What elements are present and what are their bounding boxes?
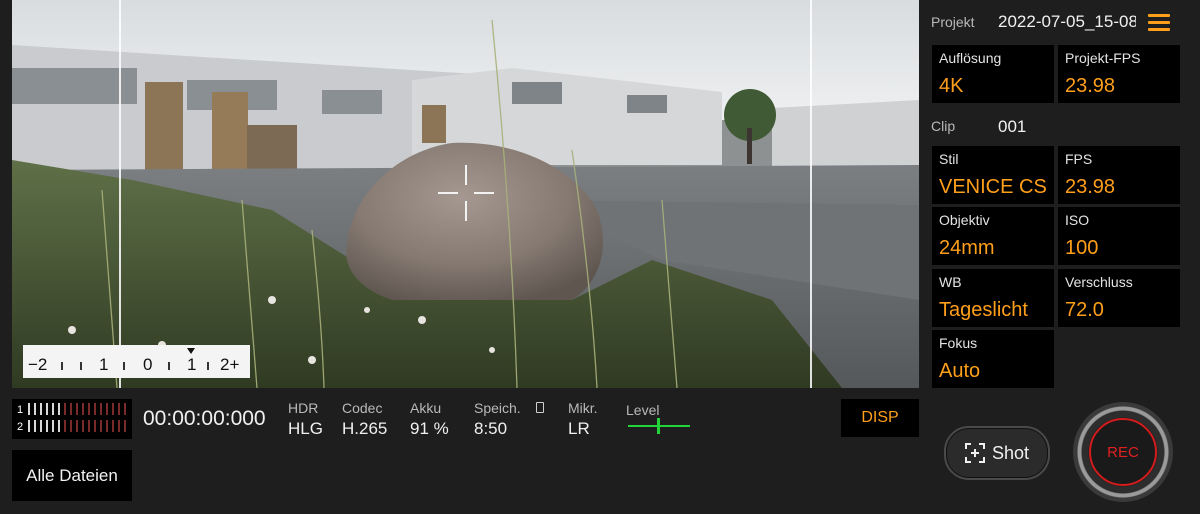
frame-guide-left bbox=[119, 0, 121, 388]
focus-label: Fokus bbox=[939, 335, 978, 351]
mic-value: LR bbox=[568, 419, 590, 438]
ev-label: 1 bbox=[187, 355, 197, 374]
ev-label: −2 bbox=[28, 355, 48, 374]
audio-channel-label: 1 bbox=[17, 404, 24, 416]
ev-label: 0 bbox=[143, 355, 153, 374]
hdr-status: HDR HLG bbox=[288, 400, 323, 439]
focus-value: Auto bbox=[939, 360, 981, 382]
exposure-marker-icon bbox=[187, 348, 195, 354]
shot-button[interactable]: Shot bbox=[944, 426, 1050, 480]
shutter-setting[interactable]: Verschluss 72.0 bbox=[1058, 269, 1180, 327]
codec-value: H.265 bbox=[342, 419, 388, 438]
lens-value: 24mm bbox=[939, 237, 995, 259]
project-fps-setting[interactable]: Projekt-FPS 23.98 bbox=[1058, 45, 1180, 103]
storage-label: Speich. bbox=[474, 400, 521, 416]
style-value: VENICE CS bbox=[939, 176, 1047, 198]
focus-reticle-icon bbox=[438, 165, 494, 221]
camera-viewfinder[interactable]: −2 1 0 1 2+ bbox=[12, 0, 919, 388]
wb-value: Tageslicht bbox=[939, 299, 1028, 321]
hdr-value: HLG bbox=[288, 419, 323, 438]
mic-label: Mikr. bbox=[568, 400, 598, 416]
project-fps-value: 23.98 bbox=[1065, 75, 1116, 97]
battery-status: Akku 91 % bbox=[410, 400, 449, 439]
record-label: REC bbox=[1107, 443, 1139, 461]
mic-status: Mikr. LR bbox=[568, 400, 598, 439]
fps-setting[interactable]: FPS 23.98 bbox=[1058, 146, 1180, 204]
exposure-scale: −2 1 0 1 2+ bbox=[23, 345, 250, 378]
disp-button[interactable]: DISP bbox=[841, 399, 919, 437]
level-gauge-icon bbox=[628, 417, 690, 435]
style-label: Stil bbox=[939, 151, 959, 167]
storage-status: Speich. 8:50 bbox=[474, 400, 521, 439]
project-label: Projekt bbox=[931, 14, 975, 30]
shot-label: Shot bbox=[991, 442, 1030, 463]
screenshot-frame-icon bbox=[964, 443, 985, 463]
codec-status: Codec H.265 bbox=[342, 400, 387, 439]
battery-value: 91 % bbox=[410, 419, 449, 438]
clip-label: Clip bbox=[931, 118, 956, 134]
all-files-button[interactable]: Alle Dateien bbox=[12, 450, 132, 501]
shutter-value: 72.0 bbox=[1065, 299, 1104, 321]
white-balance-setting[interactable]: WB Tageslicht bbox=[932, 269, 1054, 327]
record-button[interactable]: REC bbox=[1073, 402, 1173, 502]
resolution-label: Auflösung bbox=[939, 50, 1002, 66]
project-name[interactable]: 2022-07-05_15-08 bbox=[998, 12, 1136, 32]
iso-label: ISO bbox=[1065, 212, 1090, 228]
ev-tick bbox=[207, 362, 209, 370]
battery-label: Akku bbox=[410, 400, 442, 416]
hdr-label: HDR bbox=[288, 400, 319, 416]
audio-channel-1-bars bbox=[28, 403, 128, 415]
memory-card-icon bbox=[536, 402, 544, 413]
iso-setting[interactable]: ISO 100 bbox=[1058, 207, 1180, 265]
focus-setting[interactable]: Fokus Auto bbox=[932, 330, 1054, 388]
resolution-setting[interactable]: Auflösung 4K bbox=[932, 45, 1054, 103]
ev-tick bbox=[168, 362, 170, 370]
resolution-value: 4K bbox=[939, 75, 964, 97]
fps-value: 23.98 bbox=[1065, 176, 1116, 198]
level-label: Level bbox=[626, 402, 660, 418]
hamburger-menu-icon[interactable] bbox=[1148, 14, 1170, 31]
frame-guide-right bbox=[810, 0, 812, 388]
lens-label: Objektiv bbox=[939, 212, 990, 228]
audio-channel-label: 2 bbox=[17, 421, 24, 433]
clip-value: 001 bbox=[998, 117, 1027, 136]
ev-label: 1 bbox=[99, 355, 109, 374]
ev-tick bbox=[123, 362, 125, 370]
ev-label: 2+ bbox=[220, 355, 240, 374]
shutter-label: Verschluss bbox=[1065, 274, 1133, 290]
audio-level-meter: 1 2 bbox=[12, 399, 132, 439]
storage-value: 8:50 bbox=[474, 419, 508, 438]
style-setting[interactable]: Stil VENICE CS bbox=[932, 146, 1054, 204]
timecode: 00:00:00:000 bbox=[143, 407, 266, 430]
codec-label: Codec bbox=[342, 400, 383, 416]
fps-label: FPS bbox=[1065, 151, 1093, 167]
lens-setting[interactable]: Objektiv 24mm bbox=[932, 207, 1054, 265]
wb-label: WB bbox=[939, 274, 962, 290]
record-ring: REC bbox=[1089, 418, 1157, 486]
ev-tick bbox=[80, 362, 82, 370]
audio-channel-2-bars bbox=[28, 420, 128, 432]
iso-value: 100 bbox=[1065, 237, 1099, 259]
ev-tick bbox=[61, 362, 63, 370]
project-fps-label: Projekt-FPS bbox=[1065, 50, 1141, 66]
